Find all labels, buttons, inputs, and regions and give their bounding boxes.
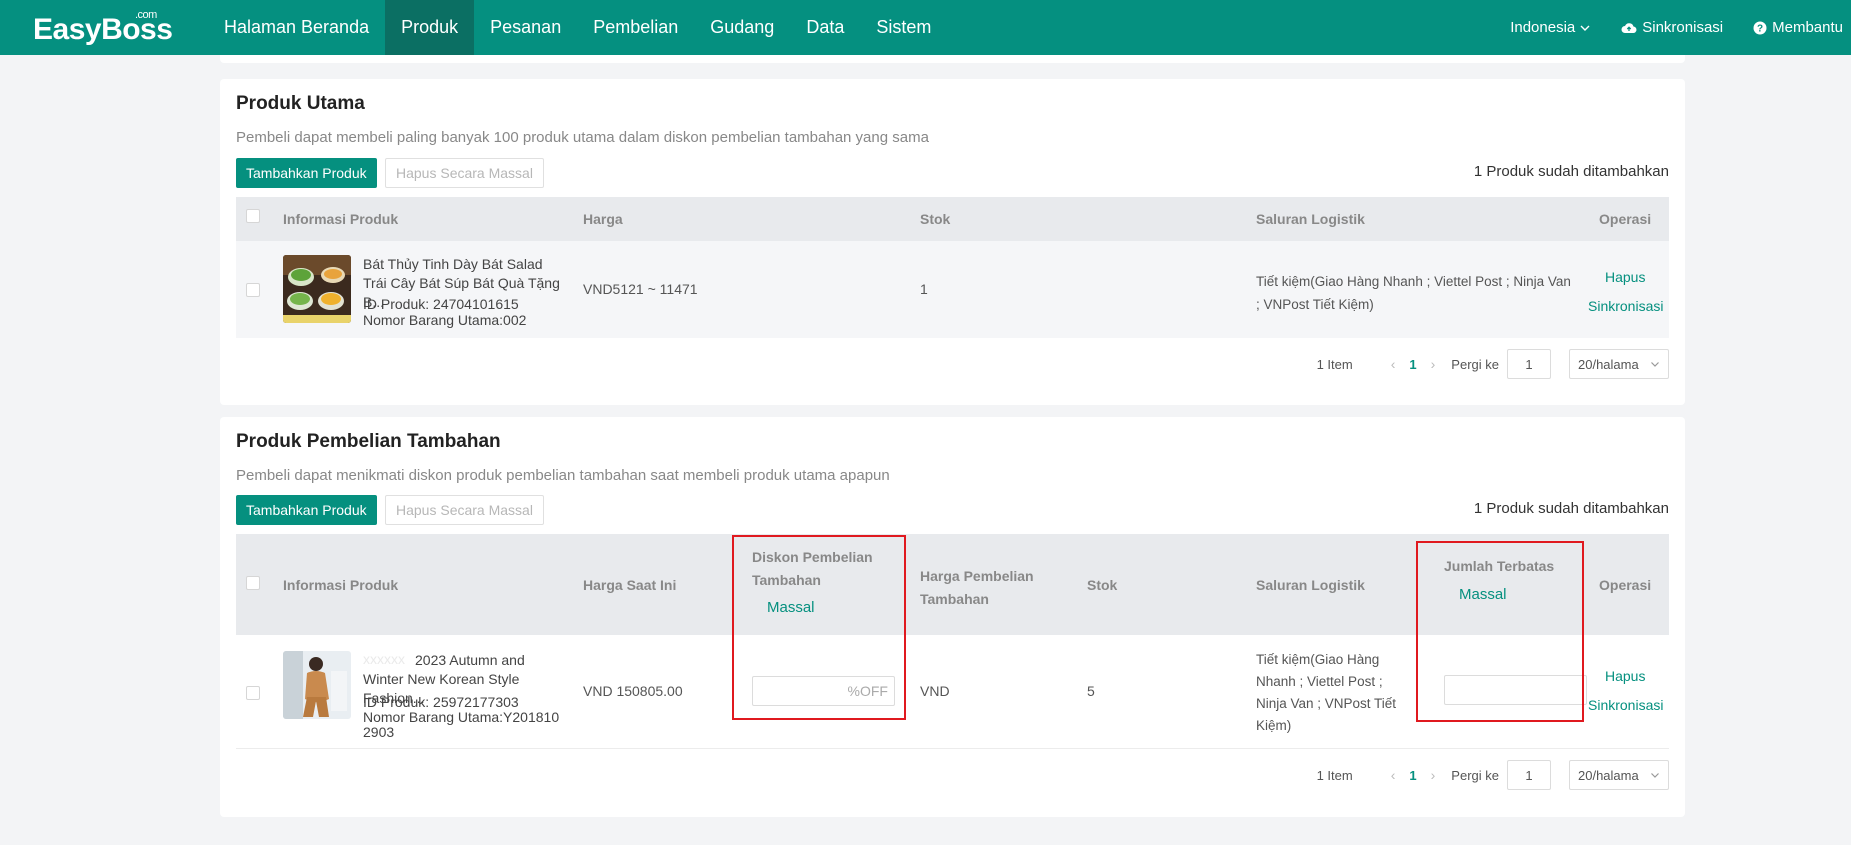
section-title: Produk Pembelian Tambahan xyxy=(236,431,501,452)
nav-home[interactable]: Halaman Beranda xyxy=(208,0,385,55)
nav-orders[interactable]: Pesanan xyxy=(474,0,577,55)
pagination: 1 Item ‹ 1 › Pergi ke 20/halama xyxy=(1317,760,1669,790)
addon-price-value: VND xyxy=(920,683,950,699)
logistics-value: Tiết kiệm(Giao Hàng Nhanh ; Viettel Post… xyxy=(1256,652,1397,733)
table-row: Bát Thủy Tinh Dày Bát Salad Trái Cây Bát… xyxy=(236,241,1669,338)
next-page-icon[interactable]: › xyxy=(1431,767,1436,783)
price-range: VND5121 ~ 11471 xyxy=(583,281,698,297)
col-logistics: Saluran Logistik xyxy=(1256,211,1365,227)
question-circle-icon: ? xyxy=(1753,21,1767,34)
section-description: Pembeli dapat menikmati diskon produk pe… xyxy=(236,467,890,484)
bulk-delete-button[interactable]: Hapus Secara Massal xyxy=(385,495,544,525)
language-selector[interactable]: Indonesia xyxy=(1510,19,1591,36)
svg-text:?: ? xyxy=(1757,23,1763,34)
add-product-button[interactable]: Tambahkan Produk xyxy=(236,495,377,525)
help-button[interactable]: ? Membantu xyxy=(1753,19,1843,36)
page-number-1[interactable]: 1 xyxy=(1409,768,1416,783)
top-navigation-bar: EasyBoss .com Halaman Beranda Produk Pes… xyxy=(0,0,1851,55)
page-size-value: 20/halama xyxy=(1578,356,1639,372)
language-label: Indonesia xyxy=(1510,19,1576,36)
product-sku: Nomor Barang Utama:002 xyxy=(363,312,527,328)
goto-label: Pergi ke xyxy=(1451,356,1499,372)
col-operation: Operasi xyxy=(1599,577,1652,593)
stock-value: 5 xyxy=(1087,683,1095,699)
added-count-text: 1 Produk sudah ditambahkan xyxy=(1473,163,1669,180)
col-current-price: Harga Saat Ini xyxy=(583,577,677,593)
col-product-info: Informasi Produk xyxy=(283,577,399,593)
product-id: ID Produk: 25972177303 xyxy=(363,694,519,710)
product-thumbnail xyxy=(283,651,351,719)
row-checkbox[interactable] xyxy=(246,283,260,297)
bowl-salad-image xyxy=(283,255,351,323)
chevron-down-icon xyxy=(1580,25,1590,31)
delete-link[interactable]: Hapus xyxy=(1605,269,1645,285)
limited-quantity-column-highlight xyxy=(1416,541,1584,722)
goto-label: Pergi ke xyxy=(1451,767,1499,783)
sync-button[interactable]: Sinkronisasi xyxy=(1621,19,1723,36)
sync-label: Sinkronisasi xyxy=(1642,19,1724,36)
bulk-delete-button[interactable]: Hapus Secara Massal xyxy=(385,158,544,188)
pagination-total: 1 Item xyxy=(1316,767,1353,783)
prev-page-icon[interactable]: ‹ xyxy=(1391,356,1396,372)
page-size-value: 20/halama xyxy=(1578,767,1639,783)
help-label: Membantu xyxy=(1772,19,1843,36)
sync-link[interactable]: Sinkronisasi xyxy=(1588,697,1663,713)
nav-products[interactable]: Produk xyxy=(385,0,475,55)
nav-data[interactable]: Data xyxy=(790,0,860,55)
product-id: ID Produk: 24704101615 xyxy=(363,296,519,312)
page-number-1[interactable]: 1 xyxy=(1409,357,1416,372)
col-stock: Stok xyxy=(920,211,951,227)
chevron-down-icon xyxy=(1651,362,1659,367)
row-checkbox[interactable] xyxy=(246,686,260,700)
nav-purchase[interactable]: Pembelian xyxy=(577,0,694,55)
col-operation: Operasi xyxy=(1599,211,1652,227)
easyboss-logo[interactable]: EasyBoss .com xyxy=(33,9,173,47)
main-products-card: Produk Utama Pembeli dapat membeli palin… xyxy=(220,79,1685,405)
previous-section-card xyxy=(220,55,1685,63)
next-page-icon[interactable]: › xyxy=(1431,356,1436,372)
col-product-info: Informasi Produk xyxy=(283,211,399,227)
goto-page-input[interactable] xyxy=(1507,349,1551,379)
current-price-value: VND 150805.00 xyxy=(583,683,683,699)
product-thumbnail xyxy=(283,255,351,323)
pagination: 1 Item ‹ 1 › Pergi ke 20/halama xyxy=(1317,349,1669,379)
cloud-upload-icon xyxy=(1621,22,1637,33)
sync-link[interactable]: Sinkronisasi xyxy=(1588,298,1663,314)
product-sku: Nomor Barang Utama:Y2018102903 xyxy=(363,709,560,740)
logistics-value: Tiết kiệm(Giao Hàng Nhanh ; Viettel Post… xyxy=(1256,274,1571,312)
pagination-total: 1 Item xyxy=(1316,356,1353,372)
prev-page-icon[interactable]: ‹ xyxy=(1391,767,1396,783)
chevron-down-icon xyxy=(1651,773,1659,778)
fashion-model-image xyxy=(283,651,351,719)
select-all-checkbox[interactable] xyxy=(246,209,260,223)
table-header: Informasi Produk Harga Stok Saluran Logi… xyxy=(236,197,1669,241)
col-price: Harga xyxy=(583,211,623,227)
logo-domain: .com xyxy=(135,9,157,21)
select-all-checkbox[interactable] xyxy=(246,576,260,590)
added-count-text: 1 Produk sudah ditambahkan xyxy=(1473,500,1669,517)
nav-system[interactable]: Sistem xyxy=(860,0,947,55)
col-addon-price: Harga Pembelian Tambahan xyxy=(920,568,1034,607)
page-size-select[interactable]: 20/halama xyxy=(1569,349,1669,379)
stock-value: 1 xyxy=(920,281,928,297)
goto-page-input[interactable] xyxy=(1507,760,1551,790)
col-stock: Stok xyxy=(1087,577,1118,593)
add-product-button[interactable]: Tambahkan Produk xyxy=(236,158,377,188)
delete-link[interactable]: Hapus xyxy=(1605,668,1645,684)
section-title: Produk Utama xyxy=(236,93,365,114)
top-right-actions: Indonesia Sinkronisasi ? Membantu xyxy=(1510,0,1851,55)
page-size-select[interactable]: 20/halama xyxy=(1569,760,1669,790)
main-nav: Halaman Beranda Produk Pesanan Pembelian… xyxy=(208,0,947,55)
nav-warehouse[interactable]: Gudang xyxy=(694,0,790,55)
col-logistics: Saluran Logistik xyxy=(1256,577,1365,593)
discount-column-highlight xyxy=(732,535,906,720)
section-description: Pembeli dapat membeli paling banyak 100 … xyxy=(236,129,929,146)
